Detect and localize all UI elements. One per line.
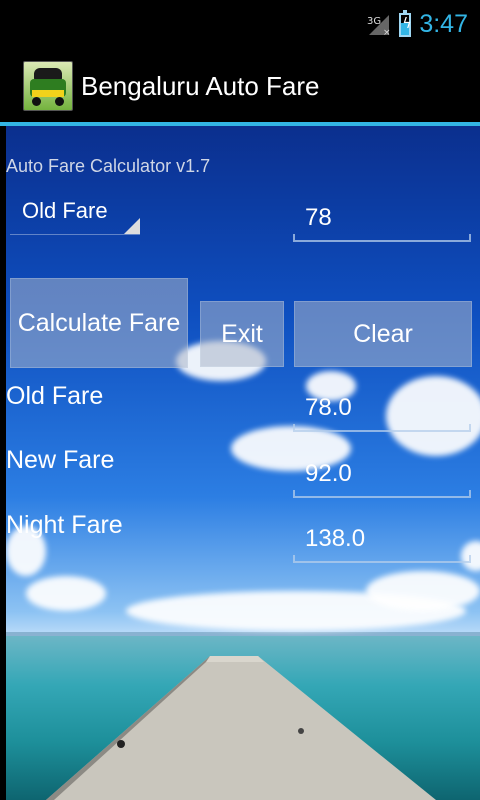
calculate-fare-button[interactable]: Calculate Fare <box>10 278 188 368</box>
old-fare-value: 78.0 <box>305 394 352 421</box>
network-type-label: 3G <box>367 16 381 27</box>
new-fare-label: New Fare <box>6 446 115 474</box>
fare-type-selected: Old Fare <box>22 198 108 223</box>
battery-icon: ϟ <box>399 9 412 37</box>
night-fare-value: 138.0 <box>305 525 366 552</box>
app-screen: 3G × ϟ 3:47 Bengaluru Auto Fare Auto Far… <box>0 0 480 800</box>
action-bar: Bengaluru Auto Fare <box>0 50 480 126</box>
signal-icon: 3G × <box>367 13 391 38</box>
fare-input[interactable]: 78 <box>293 192 471 242</box>
old-fare-field[interactable]: 78.0 <box>293 382 471 432</box>
exit-button[interactable]: Exit <box>200 301 284 367</box>
status-bar: 3G × ϟ 3:47 <box>0 0 480 50</box>
auto-rickshaw-icon[interactable] <box>23 61 73 111</box>
status-time: 3:47 <box>419 10 468 38</box>
night-fare-field[interactable]: 138.0 <box>293 511 471 563</box>
dropdown-arrow-icon <box>124 218 140 234</box>
svg-text:×: × <box>383 28 391 37</box>
new-fare-value: 92.0 <box>305 460 352 487</box>
clear-button[interactable]: Clear <box>294 301 472 367</box>
night-fare-label: Night Fare <box>6 511 123 539</box>
fare-type-spinner[interactable]: Old Fare <box>10 188 140 235</box>
version-label: Auto Fare Calculator v1.7 <box>6 156 211 176</box>
main-content: Auto Fare Calculator v1.7 Old Fare 78 Ca… <box>6 126 480 800</box>
new-fare-field[interactable]: 92.0 <box>293 446 471 498</box>
app-title: Bengaluru Auto Fare <box>81 70 320 101</box>
fare-input-value: 78 <box>305 204 332 231</box>
old-fare-label: Old Fare <box>6 382 104 410</box>
